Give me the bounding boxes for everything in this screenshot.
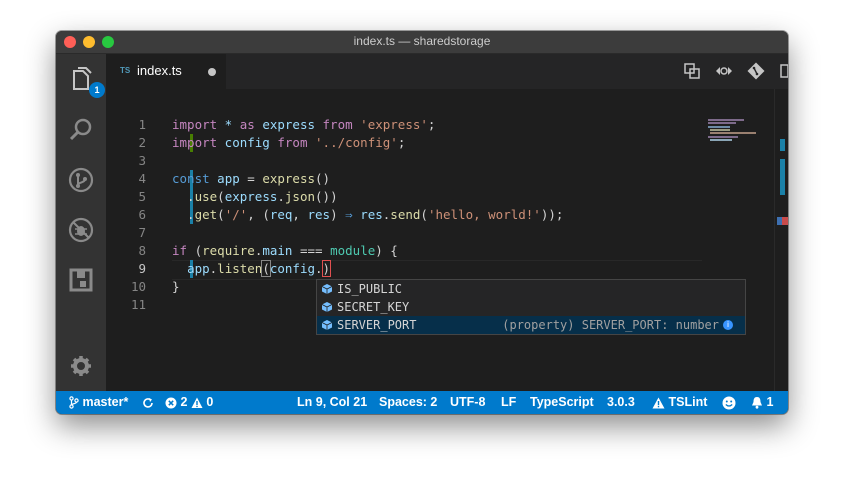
line-number: 10 [130,279,146,294]
typescript-file-icon: TS [120,66,131,75]
feedback-smiley-icon[interactable] [722,395,736,410]
editor-tab-bar: TS index.ts [106,54,788,89]
notifications[interactable]: 1 [751,395,773,409]
notification-count: 1 [766,395,774,409]
property-icon [321,284,333,294]
end-of-line[interactable]: LF [501,395,516,409]
property-icon [321,302,333,312]
line-number: 1 [138,117,146,132]
search-icon[interactable] [67,116,95,144]
code-line-8: if (require.main === module) { [172,243,398,258]
status-bar: master* 2 0 Ln 9, Col 21 Spaces: 2 UTF-8… [56,391,788,414]
vscode-window: index.ts — sharedstorage 1 TS index.ts 1… [56,31,788,414]
previous-change-icon[interactable] [715,62,733,80]
indentation[interactable]: Spaces: 2 [379,395,437,409]
code-line-2: import config from '../config'; [172,135,406,150]
suggestion-item[interactable]: SECRET_KEY [317,298,745,316]
bell-icon [752,397,762,409]
vertical-scrollbar[interactable] [774,89,788,391]
extensions-icon[interactable] [67,266,95,294]
warning-icon [652,397,665,409]
code-line-1: import * as express from 'express'; [172,117,436,132]
sync-icon[interactable] [142,395,154,409]
line-number: 9 [138,261,146,276]
unsaved-dot-icon[interactable] [208,68,216,76]
code-line-10: } [172,279,180,294]
branch-name: master* [82,395,129,409]
debug-icon[interactable] [67,216,95,244]
tab-index-ts[interactable]: TS index.ts [106,54,226,89]
line-number: 3 [138,153,146,168]
error-count: 2 [180,395,188,409]
line-number: 2 [138,135,146,150]
code-line-4: const app = express() [172,171,331,186]
language-mode[interactable]: TypeScript [530,395,594,409]
title-bar: index.ts — sharedstorage [56,31,788,54]
code-editor[interactable]: 1 2 3 4 5 6 7 8 9 10 11 import * as expr… [106,89,788,391]
tab-label: index.ts [137,63,182,78]
activity-bar: 1 [56,54,106,391]
branch-icon [69,396,79,409]
code-line-9: app.listen(config.) [187,260,332,277]
info-icon[interactable]: i [723,320,733,330]
problems-indicator[interactable]: 2 0 [165,395,213,409]
warning-icon [191,397,203,408]
split-editor-icon[interactable] [779,62,788,80]
window-title: index.ts — sharedstorage [353,34,491,48]
suggestion-item-selected[interactable]: SERVER_PORT (property) SERVER_PORT: numb… [317,316,745,334]
error-icon [165,397,177,409]
suggestion-widget: IS_PUBLIC SECRET_KEY SERVER_PORT (proper… [316,279,746,335]
explorer-icon[interactable]: 1 [67,66,105,98]
cursor-position[interactable]: Ln 9, Col 21 [297,395,367,409]
open-changes-icon[interactable] [683,62,701,80]
line-number: 7 [138,225,146,240]
code-line-6: .get('/', (req, res) ⇒ res.send('hello, … [172,207,564,222]
line-number: 6 [138,207,146,222]
minimap[interactable] [704,89,774,149]
line-number: 4 [138,171,146,186]
file-encoding[interactable]: UTF-8 [450,395,485,409]
warning-count: 0 [206,395,214,409]
line-number: 8 [138,243,146,258]
suggestion-detail: (property) SERVER_PORT: number [502,318,719,332]
tslint-status[interactable]: TSLint [652,395,707,409]
branch-indicator[interactable]: master* [69,395,128,409]
line-number: 11 [130,297,146,312]
code-line-5: .use(express.json()) [172,189,338,204]
line-number: 5 [138,189,146,204]
typescript-version[interactable]: 3.0.3 [607,395,635,409]
suggestion-item[interactable]: IS_PUBLIC [317,280,745,298]
settings-gear-icon[interactable] [67,352,95,380]
explorer-badge: 1 [89,82,105,98]
source-control-icon[interactable] [67,166,95,194]
property-icon [321,320,333,330]
git-icon[interactable] [747,62,765,80]
